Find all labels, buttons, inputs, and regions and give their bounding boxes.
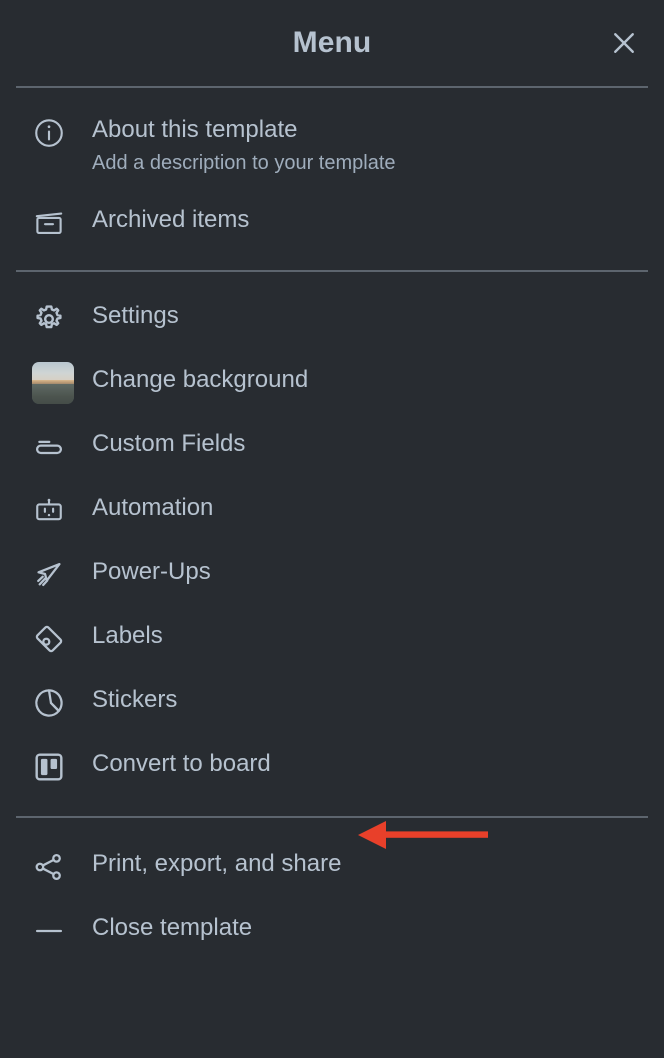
menu-item-change-background[interactable]: Change background: [0, 362, 664, 404]
menu-item-print-export-share[interactable]: Print, export, and share: [0, 848, 664, 888]
custom-fields-icon: [35, 440, 63, 455]
close-icon: [614, 33, 634, 53]
share-icon: [35, 853, 61, 881]
info-circle-icon: [35, 119, 63, 147]
change-background-text: Change background: [80, 364, 308, 396]
menu-item-label: Print, export, and share: [92, 850, 342, 877]
menu-item-close-template[interactable]: Close template: [0, 912, 664, 952]
rocket-icon: [37, 562, 61, 587]
menu-item-power-ups[interactable]: Power-Ups: [0, 556, 664, 596]
label-tag-icon: [35, 625, 63, 653]
archived-items-text: Archived items: [80, 204, 249, 236]
custom-fields-text: Custom Fields: [80, 428, 245, 460]
labels-text: Labels: [80, 620, 163, 652]
menu-item-label: Settings: [92, 302, 179, 329]
automation-text: Automation: [80, 492, 213, 524]
gear-icon: [36, 305, 62, 329]
settings-text: Settings: [80, 300, 179, 332]
menu-item-label: Close template: [92, 914, 253, 941]
about-this-template-text: About this template Add a description to…: [80, 114, 396, 178]
minus-icon-wrap: [32, 912, 80, 948]
section-board-tools: Settings Change background Custom Fields…: [0, 272, 664, 816]
minus-icon: [35, 929, 63, 933]
menu-item-about-this-template[interactable]: About this template Add a description to…: [0, 114, 664, 178]
menu-item-label: Custom Fields: [92, 430, 246, 457]
label-tag-icon-wrap: [32, 620, 80, 656]
archive-box-icon: [35, 212, 63, 234]
info-circle-icon-wrap: [32, 114, 80, 150]
board-icon: [35, 753, 63, 781]
menu-item-automation[interactable]: Automation: [0, 492, 664, 532]
menu-item-archived-items[interactable]: Archived items: [0, 204, 664, 244]
menu-item-label: Power-Ups: [92, 558, 211, 585]
print-export-share-text: Print, export, and share: [80, 848, 341, 880]
robot-icon-wrap: [32, 492, 80, 528]
background-thumbnail-icon-wrap: [32, 362, 80, 404]
page-title: Menu: [292, 26, 372, 59]
menu-item-label: Archived items: [92, 206, 250, 233]
close-template-text: Close template: [80, 912, 252, 944]
share-icon-wrap: [32, 848, 80, 884]
custom-fields-icon-wrap: [32, 428, 80, 464]
menu-item-stickers[interactable]: Stickers: [0, 684, 664, 724]
menu-header: Menu: [0, 0, 664, 86]
board-icon-wrap: [32, 748, 80, 784]
menu-item-custom-fields[interactable]: Custom Fields: [0, 428, 664, 468]
power-ups-text: Power-Ups: [80, 556, 211, 588]
sticker-icon: [35, 689, 63, 717]
menu-panel: Menu About this template Add a descripti…: [0, 0, 664, 1058]
menu-item-label: Automation: [92, 494, 214, 521]
menu-item-settings[interactable]: Settings: [0, 300, 664, 340]
menu-item-labels[interactable]: Labels: [0, 620, 664, 660]
section-info: About this template Add a description to…: [0, 88, 664, 270]
sticker-icon-wrap: [32, 684, 80, 720]
archive-box-icon-wrap: [32, 204, 80, 240]
section-actions: Print, export, and share Close template: [0, 818, 664, 962]
menu-item-label: Change background: [92, 366, 309, 393]
menu-item-label: Stickers: [92, 686, 178, 713]
stickers-text: Stickers: [80, 684, 177, 716]
close-button[interactable]: [600, 19, 648, 67]
menu-item-label: Labels: [92, 622, 163, 649]
menu-item-sublabel: Add a description to your template: [92, 152, 396, 174]
menu-item-convert-to-board[interactable]: Convert to board: [0, 748, 664, 788]
robot-icon: [36, 498, 62, 521]
gear-icon-wrap: [32, 300, 80, 336]
menu-item-label: About this template: [92, 116, 298, 143]
background-thumbnail-icon: [32, 362, 74, 404]
menu-item-label: Convert to board: [92, 750, 271, 777]
rocket-icon-wrap: [32, 556, 80, 592]
convert-to-board-text: Convert to board: [80, 748, 271, 780]
